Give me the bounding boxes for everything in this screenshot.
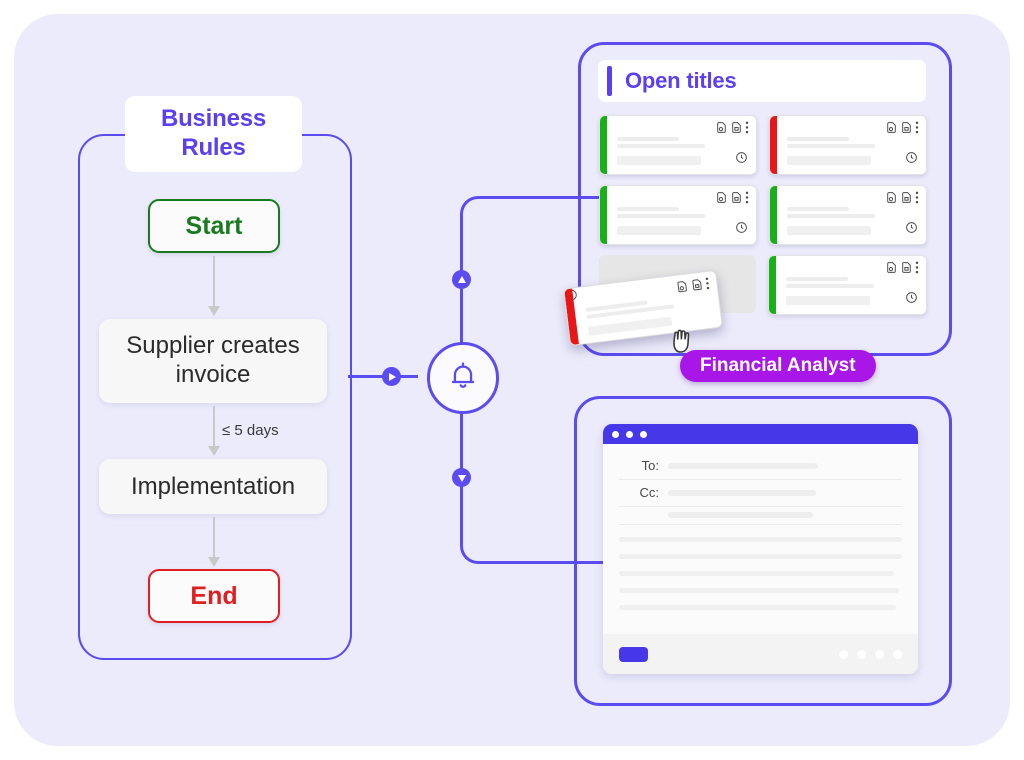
- document-check-icon: [885, 191, 898, 209]
- footer-action-icon[interactable]: [839, 649, 848, 659]
- more-vertical-icon[interactable]: [745, 191, 749, 209]
- business-rules-title-line1: Business: [160, 105, 267, 133]
- flow-node-implementation[interactable]: Implementation: [99, 459, 327, 514]
- title-card[interactable]: [599, 115, 757, 175]
- document-check-icon: [885, 261, 898, 279]
- document-lock-icon: [730, 121, 743, 139]
- flow-node-start[interactable]: Start: [148, 199, 280, 253]
- business-rules-title-card: Business Rules: [125, 96, 302, 172]
- financial-analyst-badge: Financial Analyst: [680, 350, 876, 382]
- flow-arrow-start-to-supplier: [208, 256, 220, 316]
- title-card[interactable]: [769, 115, 927, 175]
- connector-dot-right[interactable]: [382, 367, 401, 386]
- document-lock-icon: [900, 261, 913, 279]
- bell-icon: [446, 359, 480, 398]
- document-check-icon: [885, 121, 898, 139]
- email-window-titlebar: [603, 424, 918, 444]
- clock-icon: [905, 291, 918, 309]
- email-window: To: Cc:: [603, 424, 918, 674]
- title-card[interactable]: [768, 255, 927, 315]
- footer-action-icon[interactable]: [857, 649, 866, 659]
- email-field-cc[interactable]: Cc:: [619, 480, 902, 507]
- footer-action-icon[interactable]: [875, 649, 884, 659]
- document-lock-icon: [690, 277, 705, 296]
- flow-node-supplier-creates-invoice[interactable]: Supplier creates invoice: [99, 319, 327, 403]
- connector-line-hub-up: [460, 240, 463, 346]
- clock-icon: [735, 221, 748, 239]
- email-field-cc-label: Cc:: [639, 485, 660, 500]
- connector-dot-up[interactable]: [452, 270, 471, 289]
- email-field-to-label: To:: [641, 458, 659, 473]
- grabbing-hand-cursor: [668, 325, 698, 364]
- flow-node-supplier-label: Supplier creates invoice: [126, 332, 300, 388]
- title-card[interactable]: [769, 185, 927, 245]
- email-field-to[interactable]: To:: [619, 453, 902, 480]
- title-card[interactable]: [599, 185, 757, 245]
- clock-icon: [905, 221, 918, 239]
- open-titles-header: Open titles: [598, 60, 926, 102]
- flow-node-start-label: Start: [185, 211, 243, 240]
- email-footer-actions: [839, 649, 902, 659]
- email-message-body[interactable]: [619, 525, 902, 610]
- email-field-cc-value: [668, 489, 816, 496]
- status-bar: [600, 116, 607, 174]
- clock-icon: [905, 151, 918, 169]
- document-check-icon: [715, 191, 728, 209]
- notification-hub-node[interactable]: [427, 342, 499, 414]
- document-lock-icon: [900, 121, 913, 139]
- financial-analyst-badge-label: Financial Analyst: [700, 355, 856, 376]
- more-vertical-icon[interactable]: [915, 121, 919, 139]
- business-rules-title-line2: Rules: [181, 134, 246, 161]
- more-vertical-icon[interactable]: [705, 277, 711, 295]
- diagram-stage: Business Rules Start Supplier creates in…: [0, 0, 1024, 760]
- document-check-icon: [675, 279, 690, 298]
- connector-dot-down[interactable]: [452, 468, 471, 487]
- email-footer: [603, 634, 918, 674]
- connector-line-hub-down: [460, 406, 463, 516]
- flow-arrow-supplier-to-implementation: [208, 406, 220, 456]
- document-lock-icon: [900, 191, 913, 209]
- email-field-subject-value: [668, 512, 813, 518]
- flow-edge-label-days: ≤ 5 days: [222, 422, 279, 439]
- email-body: To: Cc:: [603, 444, 918, 610]
- email-field-subject[interactable]: [619, 507, 902, 525]
- status-bar: [770, 116, 777, 174]
- more-vertical-icon[interactable]: [745, 121, 749, 139]
- document-lock-icon: [730, 191, 743, 209]
- clock-icon: [735, 151, 748, 169]
- email-field-to-value: [668, 462, 818, 469]
- document-check-icon: [715, 121, 728, 139]
- send-button[interactable]: [619, 646, 648, 662]
- status-bar: [770, 186, 777, 244]
- window-dot-icon[interactable]: [612, 430, 619, 438]
- flow-arrow-implementation-to-end: [208, 517, 220, 567]
- window-dot-icon[interactable]: [626, 430, 633, 438]
- header-accent-bar: [607, 66, 612, 96]
- flow-node-end[interactable]: End: [148, 569, 280, 623]
- title-cards-row: [599, 185, 927, 245]
- footer-action-icon[interactable]: [893, 649, 902, 659]
- flow-node-implementation-label: Implementation: [130, 472, 296, 500]
- window-dot-icon[interactable]: [640, 430, 647, 438]
- title-cards-row: [599, 115, 927, 175]
- more-vertical-icon[interactable]: [915, 191, 919, 209]
- status-bar: [600, 186, 607, 244]
- more-vertical-icon[interactable]: [915, 261, 919, 279]
- flow-node-end-label: End: [190, 581, 238, 610]
- open-titles-header-label: Open titles: [625, 68, 737, 93]
- status-bar: [769, 256, 776, 314]
